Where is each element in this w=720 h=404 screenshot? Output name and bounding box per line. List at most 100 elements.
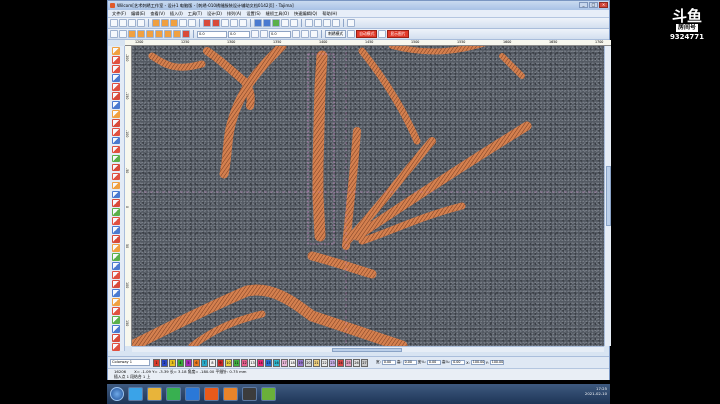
stitch-edit-tool-icon[interactable] bbox=[112, 316, 120, 324]
bling-tool-icon[interactable] bbox=[112, 307, 120, 315]
color-swatch[interactable]: 19 bbox=[297, 358, 304, 367]
help-icon[interactable] bbox=[347, 19, 355, 27]
color-swatch[interactable]: 24 bbox=[337, 358, 344, 367]
fill-icon[interactable] bbox=[137, 30, 145, 38]
color-swatch[interactable]: 7 bbox=[201, 358, 208, 367]
color-swatch[interactable]: 18 bbox=[289, 358, 296, 367]
menu-item[interactable]: 文件(F) bbox=[112, 11, 126, 17]
select-tool-icon[interactable] bbox=[112, 47, 120, 55]
grid-icon[interactable] bbox=[281, 19, 289, 27]
color-swatch[interactable]: 23 bbox=[329, 358, 336, 367]
print-icon[interactable] bbox=[137, 19, 145, 27]
horizontal-scrollbar[interactable] bbox=[132, 346, 604, 352]
color-swatch[interactable]: 27 bbox=[361, 358, 368, 367]
vertical-scrollbar[interactable] bbox=[604, 46, 611, 346]
redraw-icon[interactable] bbox=[212, 19, 220, 27]
column-b-tool-icon[interactable] bbox=[112, 127, 120, 136]
satin-tool-icon[interactable] bbox=[112, 91, 120, 100]
tatami-icon[interactable] bbox=[314, 19, 322, 27]
save-icon[interactable] bbox=[128, 19, 136, 27]
horizontal-scroll-thumb[interactable] bbox=[332, 348, 402, 352]
color-swatch[interactable]: 21 bbox=[313, 358, 320, 367]
color-swatch[interactable]: 2 bbox=[161, 358, 168, 367]
redo-icon[interactable] bbox=[188, 19, 196, 27]
copy-icon[interactable] bbox=[161, 19, 169, 27]
param-input[interactable]: 0.00 bbox=[402, 360, 417, 365]
complex-fill-tool-icon[interactable] bbox=[112, 109, 120, 118]
rectangle-tool-icon[interactable] bbox=[112, 181, 120, 190]
auto-digitize-tool-icon[interactable] bbox=[112, 262, 120, 271]
colorway-select[interactable]: Colorway 1 bbox=[110, 359, 150, 366]
eyedropper-tool-icon[interactable] bbox=[112, 235, 120, 244]
group-icon[interactable] bbox=[301, 30, 309, 38]
stitch-player-icon[interactable] bbox=[203, 19, 211, 27]
menu-item[interactable]: 编辑(E) bbox=[131, 11, 145, 17]
undo-icon[interactable] bbox=[179, 19, 187, 27]
wechat-taskbar-icon[interactable] bbox=[166, 387, 181, 401]
color-swatch[interactable]: 20 bbox=[305, 358, 312, 367]
color-swatch[interactable]: 14 bbox=[257, 358, 264, 367]
app-taskbar-icon[interactable] bbox=[223, 387, 238, 401]
show-picture-button[interactable]: 显示图片 bbox=[387, 30, 409, 38]
complex-fill-icon[interactable] bbox=[155, 30, 163, 38]
mode-settings-icon[interactable] bbox=[378, 30, 387, 38]
color-swatch[interactable]: 25 bbox=[345, 358, 352, 367]
color-swatch[interactable]: 9 bbox=[217, 358, 224, 367]
zoom-in-icon[interactable] bbox=[221, 19, 229, 27]
color-swatch[interactable]: 1 bbox=[153, 358, 160, 367]
cut-icon[interactable] bbox=[152, 19, 160, 27]
color-swatch[interactable]: 26 bbox=[353, 358, 360, 367]
vertical-scroll-thumb[interactable] bbox=[606, 166, 611, 226]
design-canvas[interactable] bbox=[132, 46, 604, 346]
sequin-tool-icon[interactable] bbox=[112, 298, 120, 306]
color-tool-icon[interactable] bbox=[112, 244, 120, 253]
minimize-button[interactable]: _ bbox=[579, 2, 588, 8]
embroidery-mode-button[interactable]: 刺绣模式 bbox=[325, 30, 347, 38]
lettering-tool-icon[interactable] bbox=[112, 136, 120, 145]
run-tool-icon[interactable] bbox=[112, 82, 120, 91]
show-outlines-icon[interactable] bbox=[263, 19, 271, 27]
color-swatch[interactable]: 13 bbox=[249, 358, 256, 367]
reshape-tool-icon[interactable] bbox=[112, 55, 120, 64]
zoom-tool-icon[interactable] bbox=[112, 64, 120, 73]
stitch-type-select[interactable]: 0.0 bbox=[197, 30, 227, 38]
mirror-icon[interactable] bbox=[260, 30, 268, 38]
ruler-icon[interactable] bbox=[290, 19, 298, 27]
color-swatch[interactable]: 22 bbox=[321, 358, 328, 367]
explorer-taskbar-icon[interactable] bbox=[147, 387, 162, 401]
menu-item[interactable]: 设置(S) bbox=[246, 11, 260, 17]
title-bar[interactable]: Wilcom[艺术刺绣工作室 - 设计1 电脑版 - [刺绣-010绣缝服装设计… bbox=[108, 1, 609, 10]
emboss-tool-icon[interactable] bbox=[112, 289, 120, 297]
stitch-length-input[interactable]: 0.0 bbox=[228, 30, 250, 38]
monogram-tool-icon[interactable] bbox=[112, 145, 120, 154]
menu-item[interactable]: 帮助(H) bbox=[322, 11, 337, 17]
outline-icon[interactable] bbox=[128, 30, 136, 38]
fill-tool-icon[interactable] bbox=[112, 100, 120, 109]
motif-tool-icon[interactable] bbox=[112, 163, 120, 172]
pen-taskbar-icon[interactable] bbox=[261, 387, 276, 401]
color-swatch[interactable]: 10 bbox=[225, 358, 232, 367]
color-swatch[interactable]: 5 bbox=[185, 358, 192, 367]
photo-stitch-tool-icon[interactable] bbox=[112, 271, 120, 279]
maximize-button[interactable]: □ bbox=[589, 2, 598, 8]
video-taskbar-icon[interactable] bbox=[242, 387, 257, 401]
param-input[interactable]: 100.00 bbox=[470, 360, 485, 365]
show-backdrop-icon[interactable] bbox=[272, 19, 280, 27]
satin-icon[interactable] bbox=[305, 19, 313, 27]
weld-tool-icon[interactable] bbox=[112, 342, 120, 351]
menu-item[interactable]: 插入(I) bbox=[170, 11, 183, 17]
ie-taskbar-icon[interactable] bbox=[128, 387, 143, 401]
lettering-icon[interactable] bbox=[332, 19, 340, 27]
color-swatch[interactable]: 11 bbox=[233, 358, 240, 367]
ungroup-icon[interactable] bbox=[310, 30, 318, 38]
param-input[interactable]: 0.00 bbox=[426, 360, 441, 365]
open-icon[interactable] bbox=[119, 19, 127, 27]
measure-tool-icon[interactable] bbox=[112, 226, 120, 235]
appliqué-icon[interactable] bbox=[164, 30, 172, 38]
menu-item[interactable]: 缝纫工具(O) bbox=[266, 11, 289, 17]
system-clock[interactable]: 17:25 2021-02-10 bbox=[585, 386, 607, 396]
menu-item[interactable]: 设计(D) bbox=[207, 11, 222, 17]
qq-taskbar-icon[interactable] bbox=[185, 387, 200, 401]
paste-icon[interactable] bbox=[170, 19, 178, 27]
star-tool-icon[interactable] bbox=[112, 190, 120, 199]
